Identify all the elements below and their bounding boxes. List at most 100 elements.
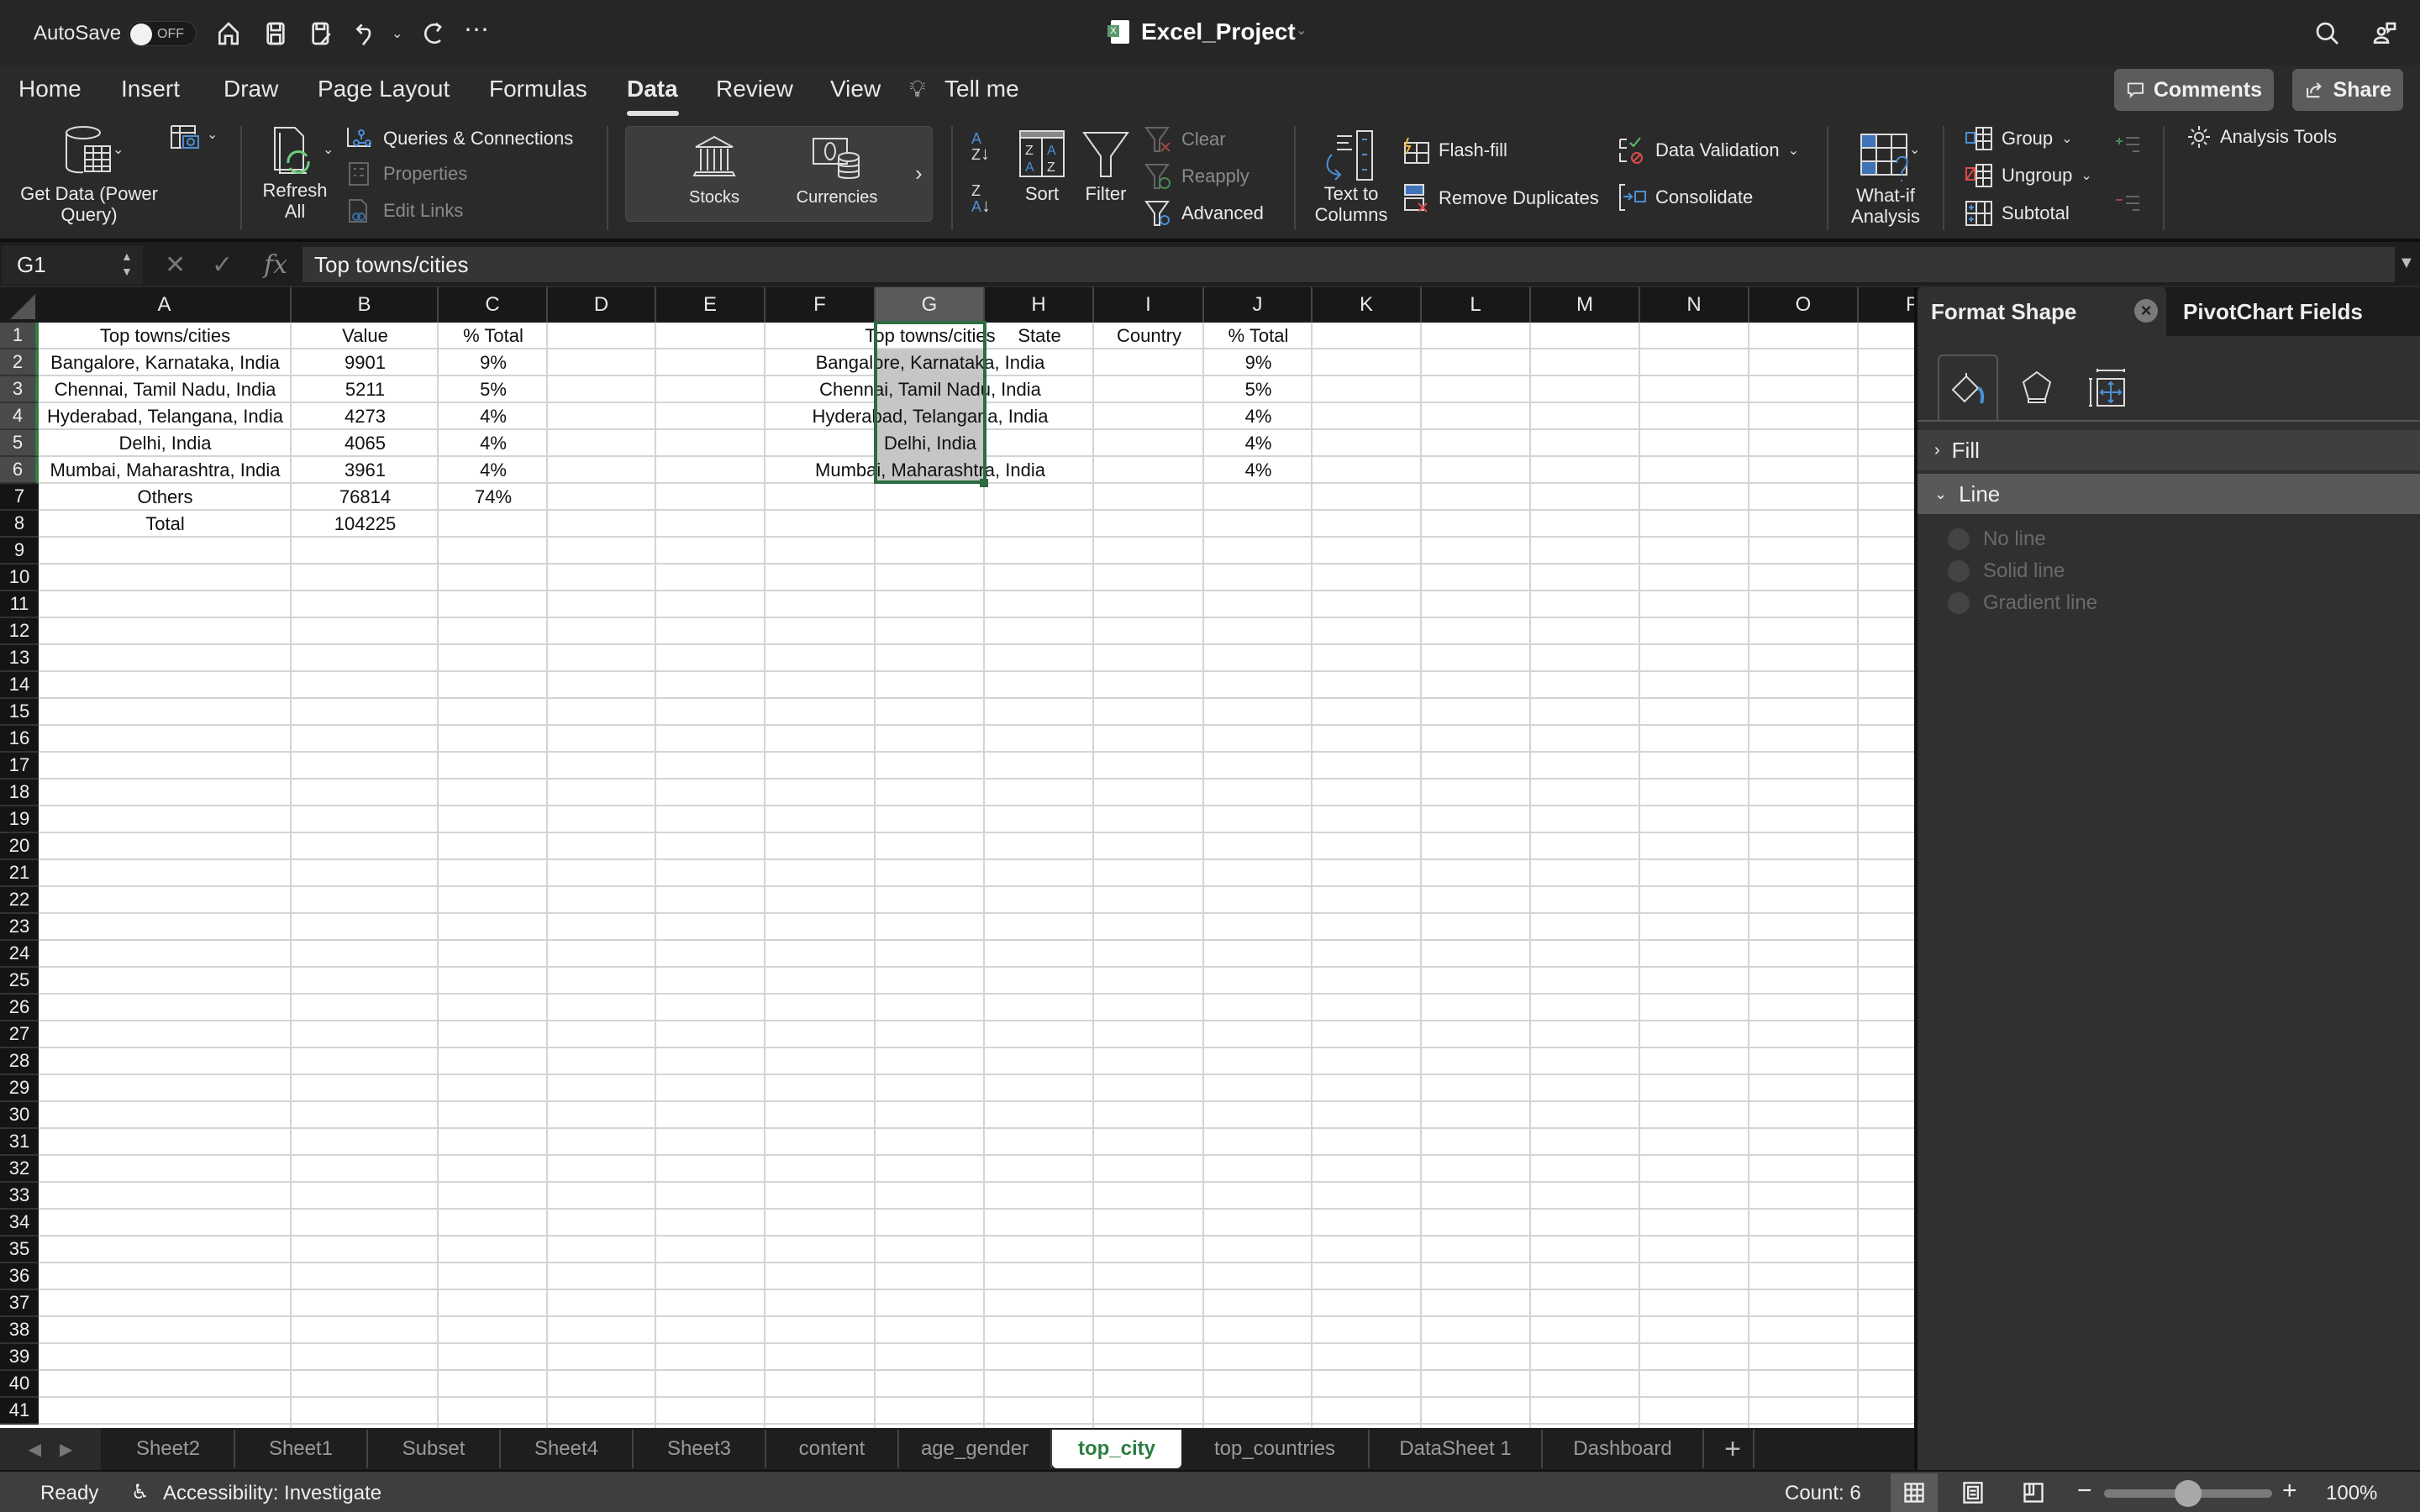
cell-a5[interactable]: Delhi, India	[39, 430, 292, 457]
cell-h6[interactable]	[985, 457, 1094, 484]
cell-b1[interactable]: Value	[292, 323, 439, 349]
refresh-dropdown-icon[interactable]: ⌄	[323, 141, 334, 158]
column-header-g[interactable]: G	[876, 287, 985, 323]
cell-b4[interactable]: 4273	[292, 403, 439, 430]
column-header-f[interactable]: F	[765, 287, 876, 323]
cell-c2[interactable]: 9%	[439, 349, 548, 376]
accessibility-icon[interactable]: ♿︎	[131, 1480, 150, 1504]
cell-h3[interactable]	[985, 376, 1094, 403]
row-header-11[interactable]: 11	[0, 591, 39, 618]
row-header-32[interactable]: 32	[0, 1156, 39, 1183]
column-header-i[interactable]: I	[1094, 287, 1204, 323]
more-icon[interactable]: ⋯	[464, 15, 489, 45]
cell-j1[interactable]: % Total	[1204, 323, 1313, 349]
pane-tab-pivotchart-fields[interactable]: PivotChart Fields	[2183, 299, 2363, 325]
row-header-35[interactable]: 35	[0, 1236, 39, 1263]
tab-page-layout[interactable]: Page Layout	[318, 76, 450, 102]
column-header-p[interactable]: P	[1859, 287, 1914, 323]
name-box-stepper[interactable]: ▲ ▼	[121, 249, 133, 279]
properties-button[interactable]: Properties	[346, 161, 467, 186]
column-header-a[interactable]: A	[39, 287, 292, 323]
row-header-7[interactable]: 7	[0, 484, 39, 511]
get-data-button[interactable]: Get Data (Power Query)	[13, 124, 165, 225]
zoom-slider-knob[interactable]	[2175, 1480, 2202, 1507]
tab-formulas[interactable]: Formulas	[489, 76, 587, 102]
formula-expand-icon[interactable]: ▼	[2398, 254, 2415, 273]
row-header-1[interactable]: 1	[0, 323, 39, 349]
sort-ascending-button[interactable]: A Z↓	[971, 131, 990, 163]
cell-c7[interactable]: 74%	[439, 484, 548, 511]
tab-draw[interactable]: Draw	[224, 76, 278, 102]
column-header-k[interactable]: K	[1313, 287, 1422, 323]
zoom-in-button[interactable]: +	[2282, 1477, 2297, 1505]
row-header-30[interactable]: 30	[0, 1102, 39, 1129]
cell-b8[interactable]: 104225	[292, 511, 439, 538]
cell-i3[interactable]	[1094, 376, 1204, 403]
row-header-34[interactable]: 34	[0, 1210, 39, 1236]
cell-b2[interactable]: 9901	[292, 349, 439, 376]
column-header-e[interactable]: E	[656, 287, 765, 323]
column-header-c[interactable]: C	[439, 287, 548, 323]
sheet-tab-sheet1[interactable]: Sheet1	[235, 1430, 368, 1468]
cell-i2[interactable]	[1094, 349, 1204, 376]
row-header-26[interactable]: 26	[0, 995, 39, 1021]
row-header-28[interactable]: 28	[0, 1048, 39, 1075]
row-header-2[interactable]: 2	[0, 349, 39, 376]
row-header-29[interactable]: 29	[0, 1075, 39, 1102]
row-header-4[interactable]: 4	[0, 403, 39, 430]
column-header-o[interactable]: O	[1749, 287, 1859, 323]
row-header-6[interactable]: 6	[0, 457, 39, 484]
sort-button[interactable]: ZAAZ Sort	[1017, 129, 1067, 204]
prev-sheet-icon[interactable]: ◀	[29, 1439, 41, 1460]
row-header-23[interactable]: 23	[0, 914, 39, 941]
save-icon[interactable]	[260, 18, 291, 49]
row-header-10[interactable]: 10	[0, 564, 39, 591]
sheet-tab-datasheet-1[interactable]: DataSheet 1	[1370, 1430, 1543, 1468]
cell-b3[interactable]: 5211	[292, 376, 439, 403]
row-header-36[interactable]: 36	[0, 1263, 39, 1290]
analysis-tools-button[interactable]: Analysis Tools	[2186, 124, 2337, 150]
size-properties-tab[interactable]	[2077, 354, 2138, 420]
sheet-tab-top_countries[interactable]: top_countries	[1181, 1430, 1370, 1468]
reapply-button[interactable]: Reapply	[1144, 163, 1249, 190]
row-header-13[interactable]: 13	[0, 645, 39, 672]
undo-icon[interactable]	[351, 18, 381, 49]
group-dropdown-icon[interactable]: ⌄	[2061, 130, 2072, 147]
tab-insert[interactable]: Insert	[121, 76, 180, 102]
column-header-b[interactable]: B	[292, 287, 439, 323]
cell-g3[interactable]: Chennai, Tamil Nadu, India	[819, 376, 1041, 403]
spreadsheet-grid[interactable]: ABCDEFGHIJKLMNOP 1 2 3 4 5 6 7 8 9 10 11 12 13 14 15 16…	[0, 287, 1914, 1428]
cell-a1[interactable]: Top towns/cities	[39, 323, 292, 349]
cell-a3[interactable]: Chennai, Tamil Nadu, India	[39, 376, 292, 403]
cell-c3[interactable]: 5%	[439, 376, 548, 403]
stocks-button[interactable]: Stocks	[676, 134, 752, 208]
gallery-next-icon[interactable]: ›	[915, 160, 923, 186]
column-header-h[interactable]: H	[985, 287, 1094, 323]
effects-tab[interactable]	[2007, 354, 2067, 420]
ungroup-button[interactable]: Ungroup ⌄	[1965, 163, 2092, 188]
advanced-filter-button[interactable]: Advanced	[1144, 200, 1264, 227]
column-header-d[interactable]: D	[548, 287, 656, 323]
no-line-radio[interactable]: No line	[1948, 528, 2046, 551]
fill-section-header[interactable]: › Fill	[1918, 430, 2420, 470]
tab-view[interactable]: View	[830, 76, 881, 102]
document-title[interactable]: Excel_Project	[1141, 18, 1296, 45]
cell-j4[interactable]: 4%	[1204, 403, 1313, 430]
cell-a2[interactable]: Bangalore, Karnataka, India	[39, 349, 292, 376]
tab-tell-me[interactable]: Tell me	[944, 76, 1019, 102]
confirm-icon[interactable]: ✓	[212, 250, 233, 280]
sheet-tab-sheet4[interactable]: Sheet4	[501, 1430, 634, 1468]
remove-duplicates-button[interactable]: Remove Duplicates	[1402, 183, 1599, 213]
sheet-tab-age_gender[interactable]: age_gender	[899, 1430, 1052, 1468]
filter-button[interactable]: Filter	[1079, 129, 1133, 204]
formula-input[interactable]: Top towns/cities	[302, 247, 2395, 282]
row-header-22[interactable]: 22	[0, 887, 39, 914]
row-header-19[interactable]: 19	[0, 806, 39, 833]
cell-a8[interactable]: Total	[39, 511, 292, 538]
cell-j6[interactable]: 4%	[1204, 457, 1313, 484]
column-header-m[interactable]: M	[1531, 287, 1640, 323]
row-header-5[interactable]: 5	[0, 430, 39, 457]
ungroup-dropdown-icon[interactable]: ⌄	[2081, 167, 2091, 184]
from-picture-dropdown-icon[interactable]: ⌄	[207, 126, 218, 143]
autosave-toggle[interactable]: OFF	[128, 21, 197, 46]
